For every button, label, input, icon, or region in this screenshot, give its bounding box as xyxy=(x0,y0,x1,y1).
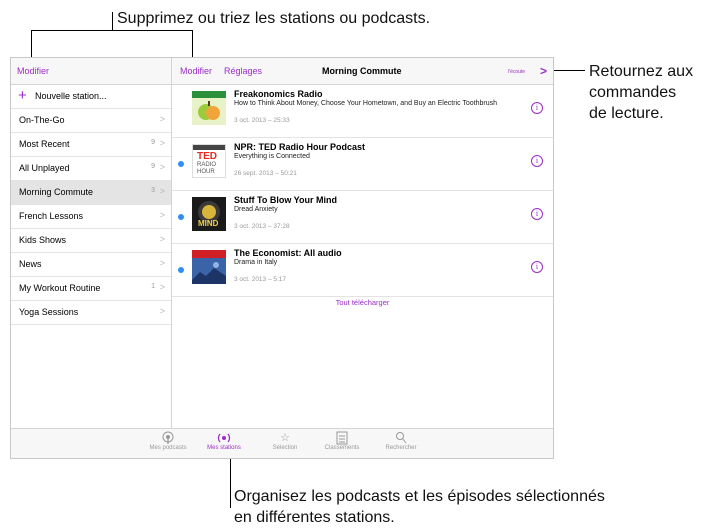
episode-date: 3 oct. 2013 – 37:28 xyxy=(234,223,290,230)
station-edit-button[interactable]: Modifier xyxy=(180,66,212,76)
sidebar-item-all-unplayed[interactable]: All Unplayed 9 > xyxy=(11,157,171,181)
download-all-button[interactable]: Tout télécharger xyxy=(172,298,553,307)
star-icon: ☆ xyxy=(280,432,290,444)
episode-row-freakonomics[interactable]: Freakonomics Radio How to Think About Mo… xyxy=(172,85,553,138)
sidebar-item-news[interactable]: News > xyxy=(11,253,171,277)
sidebar-item-french-lessons[interactable]: French Lessons > xyxy=(11,205,171,229)
episode-subtitle: How to Think About Money, Choose Your Ho… xyxy=(234,100,498,107)
chevron-right-icon: > xyxy=(159,210,165,220)
sidebar-toolbar: Modifier xyxy=(11,58,171,85)
episode-date: 26 sept. 2013 – 50:21 xyxy=(234,170,297,177)
callout-top: Supprimez ou triez les stations ou podca… xyxy=(117,10,431,27)
episode-date: 3 oct. 2013 – 5:17 xyxy=(234,276,287,283)
tab-selection[interactable]: ☆ Sélection xyxy=(255,431,315,451)
episode-row-stuff-to-blow-your-mind[interactable]: MIND Stuff To Blow Your Mind Dread Anxie… xyxy=(172,191,553,244)
sidebar-item-yoga-sessions[interactable]: Yoga Sessions > xyxy=(11,301,171,325)
sidebar-item-most-recent[interactable]: Most Recent 9 > xyxy=(11,133,171,157)
episode-date: 3 oct. 2013 – 25:33 xyxy=(234,117,290,124)
tab-search[interactable]: Rechercher xyxy=(371,431,431,451)
chevron-right-icon: > xyxy=(159,306,165,316)
episode-subtitle: Everything is Connected xyxy=(234,153,310,160)
stuff-to-blow-your-mind-artwork: MIND xyxy=(192,197,226,231)
info-icon[interactable]: i xyxy=(531,102,543,114)
chevron-right-icon: > xyxy=(159,258,165,268)
sidebar-item-my-workout-routine[interactable]: My Workout Routine 1 > xyxy=(11,277,171,301)
info-icon[interactable]: i xyxy=(531,155,543,167)
ted-artwork: TED RADIO HOUR xyxy=(192,144,226,178)
station-icon xyxy=(194,431,254,445)
sidebar-edit-button[interactable]: Modifier xyxy=(17,66,49,76)
episode-subtitle: Dread Anxiety xyxy=(234,206,278,213)
station-episodes-panel: Modifier Réglages Morning Commute l'écou… xyxy=(172,58,553,428)
settings-button[interactable]: Réglages xyxy=(224,66,262,76)
unplayed-dot xyxy=(178,214,184,220)
tab-rankings[interactable]: Classements xyxy=(312,431,372,451)
chevron-right-icon: > xyxy=(159,186,165,196)
episode-subtitle: Drama in Italy xyxy=(234,259,278,266)
episode-title: Freakonomics Radio xyxy=(234,89,323,99)
callout-right: Retournez aux commandes de lecture. xyxy=(589,63,694,122)
station-toolbar: Modifier Réglages Morning Commute l'écou… xyxy=(172,58,553,85)
unplayed-dot xyxy=(178,267,184,273)
podcasts-app-screen: Modifier + Nouvelle station... On-The-Go… xyxy=(10,57,554,459)
podcast-icon xyxy=(138,431,198,445)
stations-sidebar: Modifier + Nouvelle station... On-The-Go… xyxy=(11,58,172,428)
sidebar-item-morning-commute[interactable]: Morning Commute 3 > xyxy=(11,181,171,205)
chevron-right-icon: > xyxy=(159,162,165,172)
episode-title: NPR: TED Radio Hour Podcast xyxy=(234,142,366,152)
chevron-right-icon: > xyxy=(159,282,165,292)
list-icon xyxy=(312,431,372,445)
new-station-button[interactable]: + Nouvelle station... xyxy=(11,85,171,109)
plus-icon: + xyxy=(18,87,27,104)
info-icon[interactable]: i xyxy=(531,261,543,273)
economist-artwork xyxy=(192,250,226,284)
chevron-right-icon: > xyxy=(159,234,165,244)
episode-row-ted-radio-hour[interactable]: TED RADIO HOUR NPR: TED Radio Hour Podca… xyxy=(172,138,553,191)
unplayed-dot xyxy=(178,161,184,167)
episode-title: Stuff To Blow Your Mind xyxy=(234,195,337,205)
page-title: Morning Commute xyxy=(322,66,402,76)
chevron-right-icon[interactable]: > xyxy=(540,64,547,78)
info-icon[interactable]: i xyxy=(531,208,543,220)
callout-bottom: Organisez les podcasts et les épisodes s… xyxy=(234,488,605,526)
search-icon xyxy=(371,431,431,445)
episode-title: The Economist: All audio xyxy=(234,248,342,258)
chevron-right-icon: > xyxy=(159,138,165,148)
now-playing-button[interactable]: l'écoute xyxy=(508,69,525,75)
sidebar-item-kids-shows[interactable]: Kids Shows > xyxy=(11,229,171,253)
tab-my-podcasts[interactable]: Mes podcasts xyxy=(138,431,198,451)
chevron-right-icon: > xyxy=(159,114,165,124)
freakonomics-artwork xyxy=(192,91,226,125)
episode-row-economist[interactable]: The Economist: All audio Drama in Italy … xyxy=(172,244,553,297)
tab-bar: Mes podcasts Mes stations ☆ Sélection Cl… xyxy=(11,428,553,458)
tab-my-stations[interactable]: Mes stations xyxy=(194,431,254,451)
sidebar-item-on-the-go[interactable]: On-The-Go > xyxy=(11,109,171,133)
